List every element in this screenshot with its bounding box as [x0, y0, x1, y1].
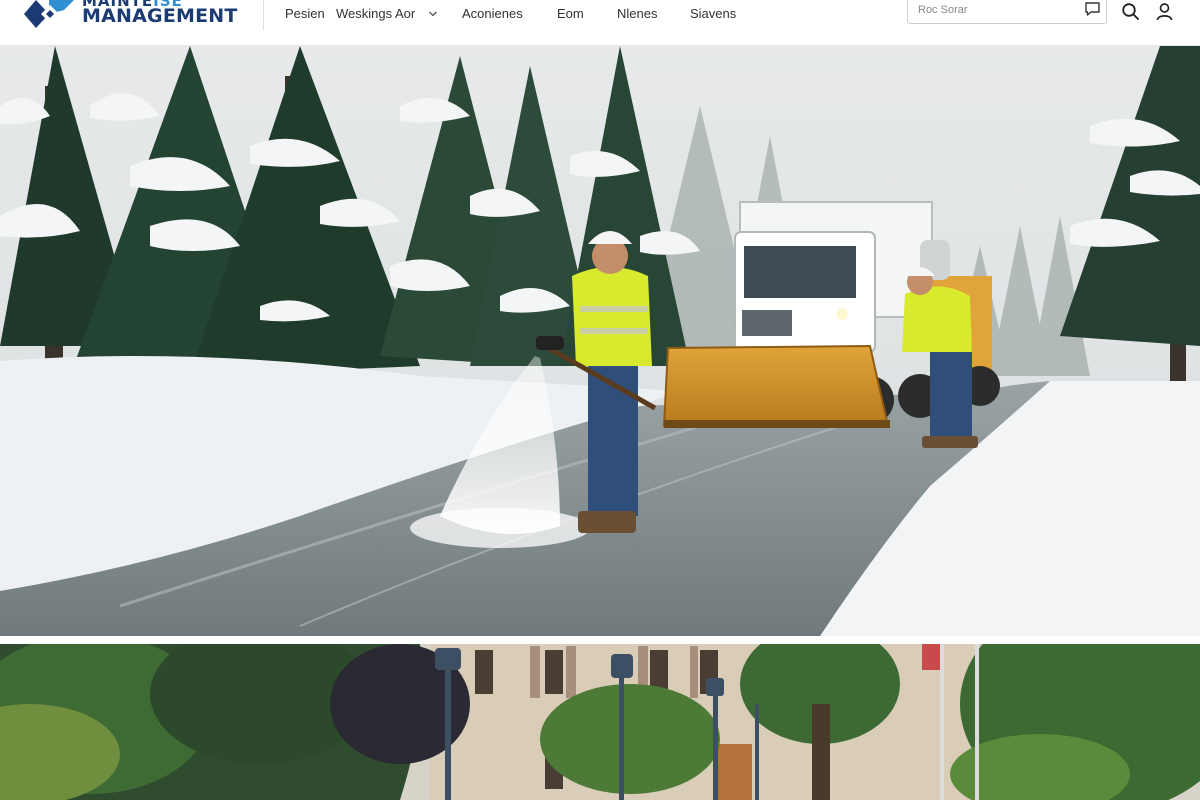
right-evergreen — [1060, 46, 1200, 386]
campus-scene — [0, 644, 1200, 800]
chat-icon[interactable] — [1084, 1, 1101, 17]
search-box — [907, 0, 1107, 24]
brand-name-bottom: MANAGEMENT — [82, 5, 238, 27]
logo-diamond-icon — [24, 0, 74, 28]
chevron-down-icon — [428, 11, 437, 17]
winter-road-scene — [0, 46, 1200, 636]
nav-item-nlenes[interactable]: Nlenes — [617, 5, 657, 23]
header-divider — [263, 0, 264, 30]
search-icon[interactable] — [1121, 2, 1140, 21]
nav-item-pesien[interactable]: Pesien — [285, 5, 325, 23]
search-input[interactable] — [918, 0, 1078, 20]
brand-logo[interactable]: MAINTEISE MANAGEMENT — [24, 0, 256, 34]
section-gap — [0, 636, 1200, 644]
nav-item-eom[interactable]: Eom — [557, 5, 584, 23]
nav-item-label: Weskings Aor — [336, 6, 416, 21]
nav-item-siavens[interactable]: Siavens — [690, 5, 736, 23]
site-header: MAINTEISE MANAGEMENT Pesien Weskings Aor… — [0, 0, 1200, 46]
user-icon[interactable] — [1155, 2, 1174, 21]
nav-item-aconienes[interactable]: Aconienes — [462, 5, 523, 23]
nav-item-weskings-aor[interactable]: Weskings Aor — [336, 5, 438, 23]
hero-image — [0, 46, 1200, 636]
campus-image — [0, 644, 1200, 800]
